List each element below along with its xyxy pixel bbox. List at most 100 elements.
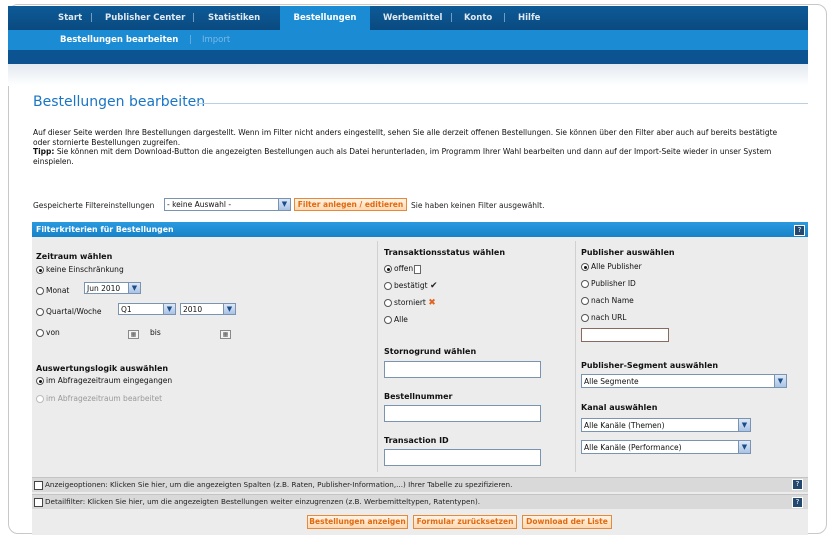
status-confirmed-option[interactable]: bestätigt ✔ bbox=[384, 281, 437, 291]
status-open-option[interactable]: offen bbox=[384, 264, 422, 274]
show-orders-button[interactable]: Bestellungen anzeigen bbox=[307, 515, 408, 529]
cross-icon: ✖ bbox=[428, 298, 436, 308]
period-none-label: keine Einschränkung bbox=[46, 265, 124, 274]
help-icon[interactable]: ? bbox=[794, 225, 805, 236]
help-icon[interactable]: ? bbox=[792, 479, 803, 490]
title-underline bbox=[196, 103, 808, 104]
radio-selected[interactable] bbox=[36, 266, 44, 274]
radio[interactable] bbox=[36, 308, 44, 316]
chevron-down-icon: ▼ bbox=[223, 304, 235, 314]
nav-statistiken[interactable]: Statistiken bbox=[208, 6, 260, 30]
radio-selected[interactable] bbox=[384, 265, 392, 273]
chevron-down-icon: ▼ bbox=[774, 375, 786, 387]
filter-status-text: Sie haben keinen Filter ausgewählt. bbox=[411, 201, 545, 210]
transaction-id-title: Transaction ID bbox=[384, 436, 449, 445]
radio[interactable] bbox=[384, 299, 392, 307]
period-quarter-label: Quartal/Woche bbox=[46, 307, 102, 316]
publisher-all-option[interactable]: Alle Publisher bbox=[581, 262, 642, 271]
nav-bestellungen[interactable]: Bestellungen bbox=[280, 6, 370, 30]
filter-panel-header: Filterkriterien für Bestellungen bbox=[32, 222, 808, 237]
nav-werbemittel[interactable]: Werbemittel bbox=[383, 6, 442, 30]
radio-selected[interactable] bbox=[36, 377, 44, 385]
nav-separator: | bbox=[90, 13, 94, 23]
subnav-bestellungen-bearbeiten[interactable]: Bestellungen bearbeiten bbox=[60, 30, 178, 50]
publisher-name-label: nach Name bbox=[591, 296, 634, 305]
display-options-checkbox[interactable] bbox=[34, 480, 43, 490]
quarter-select[interactable]: Q1 ▼ bbox=[118, 303, 176, 315]
download-list-button[interactable]: Download der Liste bbox=[522, 515, 612, 529]
channel-performance-value: Alle Kanäle (Performance) bbox=[584, 443, 682, 452]
top-navigation: Start | Publisher Center | Statistiken B… bbox=[8, 6, 808, 64]
radio-selected[interactable] bbox=[581, 263, 589, 271]
help-icon[interactable]: ? bbox=[792, 497, 803, 508]
period-title: Zeitraum wählen bbox=[36, 252, 113, 261]
period-from-option[interactable]: von bbox=[36, 328, 60, 337]
detail-filter-checkbox[interactable] bbox=[34, 497, 43, 507]
nav-bottom-strip bbox=[8, 50, 808, 64]
status-cancelled-option[interactable]: storniert ✖ bbox=[384, 298, 436, 308]
publisher-search-input[interactable] bbox=[581, 328, 669, 342]
segment-select[interactable]: Alle Segmente ▼ bbox=[581, 374, 787, 388]
nav-separator: | bbox=[192, 13, 196, 23]
calendar-icon[interactable]: ▦ bbox=[220, 330, 231, 339]
publisher-url-option[interactable]: nach URL bbox=[581, 313, 627, 322]
radio[interactable] bbox=[581, 280, 589, 288]
publisher-url-label: nach URL bbox=[591, 313, 627, 322]
radio[interactable] bbox=[384, 282, 392, 290]
month-value: Jun 2010 bbox=[87, 284, 121, 293]
quarter-value: Q1 bbox=[121, 305, 132, 314]
intro-paragraph: Auf dieser Seite werden Ihre Bestellunge… bbox=[33, 128, 778, 147]
nav-konto[interactable]: Konto bbox=[464, 6, 492, 30]
display-options-bar[interactable]: Anzeigeoptionen: Klicken Sie hier, um di… bbox=[32, 477, 808, 492]
period-none-option[interactable]: keine Einschränkung bbox=[36, 265, 124, 274]
nav-start[interactable]: Start bbox=[58, 6, 82, 30]
radio[interactable] bbox=[384, 316, 392, 324]
sub-menu: Bestellungen bearbeiten | Import bbox=[8, 30, 808, 50]
subnav-import[interactable]: Import bbox=[202, 30, 230, 50]
radio[interactable] bbox=[36, 329, 44, 337]
check-icon: ✔ bbox=[429, 281, 438, 291]
nav-separator: | bbox=[503, 13, 507, 23]
reset-form-button[interactable]: Formular zurücksetzen bbox=[413, 515, 517, 529]
nav-publisher-center[interactable]: Publisher Center bbox=[105, 6, 185, 30]
status-cancelled-label: storniert bbox=[394, 298, 426, 307]
month-select[interactable]: Jun 2010 ▼ bbox=[84, 282, 141, 294]
order-number-input[interactable] bbox=[384, 405, 541, 422]
publisher-id-option[interactable]: Publisher ID bbox=[581, 279, 636, 288]
detail-filter-bar[interactable]: Detailfilter: Klicken Sie hier, um die a… bbox=[32, 494, 808, 509]
cancel-reason-input[interactable] bbox=[384, 361, 541, 378]
segment-value: Alle Segmente bbox=[584, 377, 639, 386]
channel-title: Kanal auswählen bbox=[581, 403, 658, 412]
status-all-option[interactable]: Alle bbox=[384, 315, 408, 324]
saved-filter-select[interactable]: - keine Auswahl - ▼ bbox=[164, 198, 291, 211]
header-shadow bbox=[8, 64, 808, 86]
channel-performance-select[interactable]: Alle Kanäle (Performance) ▼ bbox=[581, 440, 751, 454]
period-month-option[interactable]: Monat bbox=[36, 286, 69, 295]
radio[interactable] bbox=[581, 297, 589, 305]
chevron-down-icon: ▼ bbox=[738, 419, 750, 431]
radio[interactable] bbox=[36, 287, 44, 295]
period-month-label: Monat bbox=[46, 286, 70, 295]
year-select[interactable]: 2010 ▼ bbox=[180, 303, 236, 315]
edit-filter-button[interactable]: Filter anlegen / editieren bbox=[294, 198, 407, 211]
saved-filter-label: Gespeicherte Filtereinstellungen bbox=[33, 201, 155, 210]
logic-received-option[interactable]: im Abfragezeitraum eingegangen bbox=[36, 376, 172, 385]
logic-processed-option[interactable]: im Abfragezeitraum bearbeitet bbox=[36, 394, 162, 403]
period-to-label: bis bbox=[150, 328, 161, 337]
logic-title: Auswertungslogik auswählen bbox=[36, 364, 169, 373]
radio-disabled[interactable] bbox=[36, 395, 44, 403]
filter-panel: Filterkriterien für Bestellungen ? Zeitr… bbox=[32, 222, 808, 535]
status-all-label: Alle bbox=[394, 315, 408, 324]
calendar-icon[interactable]: ▦ bbox=[128, 330, 139, 339]
saved-filter-value: - keine Auswahl - bbox=[167, 200, 232, 209]
intro-text: Auf dieser Seite werden Ihre Bestellunge… bbox=[33, 128, 793, 166]
radio[interactable] bbox=[581, 314, 589, 322]
nav-hilfe[interactable]: Hilfe bbox=[518, 6, 540, 30]
chevron-down-icon: ▼ bbox=[738, 441, 750, 453]
chevron-down-icon: ▼ bbox=[128, 283, 140, 293]
channel-themes-select[interactable]: Alle Kanäle (Themen) ▼ bbox=[581, 418, 751, 432]
transaction-id-input[interactable] bbox=[384, 449, 541, 466]
publisher-name-option[interactable]: nach Name bbox=[581, 296, 634, 305]
chevron-down-icon: ▼ bbox=[163, 304, 175, 314]
period-quarter-option[interactable]: Quartal/Woche bbox=[36, 307, 102, 316]
